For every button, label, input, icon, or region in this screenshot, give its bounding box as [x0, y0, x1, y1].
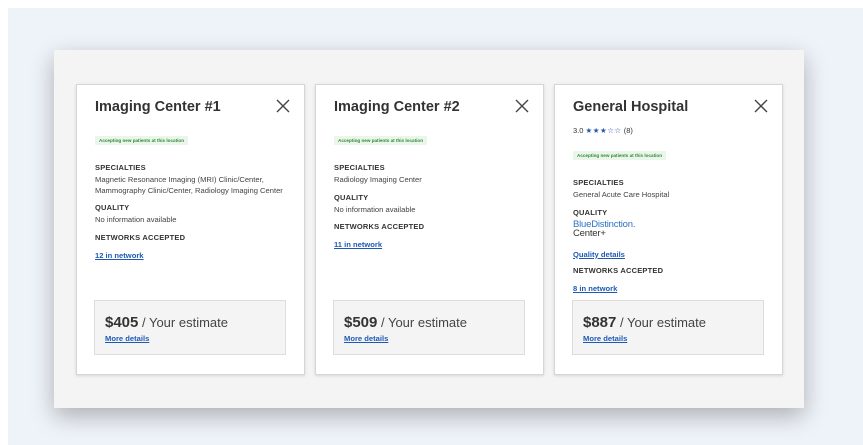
- close-button[interactable]: [274, 97, 292, 115]
- provider-card-general-hospital: General Hospital 3.0 ★★★☆☆ (8) Accepting…: [554, 84, 783, 375]
- quality-text: No information available: [95, 215, 177, 225]
- blue-distinction-logo: BlueDistinction. Center+: [573, 219, 768, 239]
- rating-count: (8): [623, 126, 633, 135]
- rating: 3.0 ★★★☆☆ (8): [573, 126, 768, 135]
- networks-link[interactable]: 12 in network: [95, 251, 144, 260]
- estimate-amount: $405: [105, 314, 139, 331]
- specialties-label: SPECIALTIES: [334, 163, 385, 172]
- specialties-text: General Acute Care Hospital: [573, 190, 670, 199]
- card-title: Imaging Center #2: [334, 99, 460, 115]
- networks-label: NETWORKS ACCEPTED: [95, 232, 186, 242]
- close-icon: [515, 99, 529, 113]
- estimate-label: / Your estimate: [616, 315, 706, 330]
- card-body: Accepting new patients at this location …: [95, 129, 290, 267]
- more-details-link[interactable]: More details: [105, 334, 149, 343]
- close-button[interactable]: [752, 97, 770, 115]
- price-line: $887 / Your estimate: [583, 314, 706, 332]
- estimate-box: $887 / Your estimate More details: [572, 300, 764, 355]
- estimate-label: / Your estimate: [377, 315, 467, 330]
- more-details-link[interactable]: More details: [344, 334, 388, 343]
- estimate-label: / Your estimate: [138, 315, 228, 330]
- estimate-box: $405 / Your estimate More details: [94, 300, 286, 355]
- networks-link[interactable]: 8 in network: [573, 284, 617, 293]
- estimate-amount: $509: [344, 314, 378, 331]
- close-icon: [276, 99, 290, 113]
- estimate-amount: $887: [583, 314, 617, 331]
- close-icon: [754, 99, 768, 113]
- rating-value: 3.0: [573, 126, 584, 135]
- quality-label: QUALITY: [573, 207, 608, 217]
- networks-label: NETWORKS ACCEPTED: [573, 265, 664, 275]
- star-rating-icon: ★★★☆☆: [585, 126, 622, 135]
- networks-link[interactable]: 11 in network: [334, 240, 382, 249]
- specialties-label: SPECIALTIES: [573, 178, 624, 187]
- specialties-text: Radiology Imaging Center: [334, 175, 422, 184]
- price-line: $405 / Your estimate: [105, 314, 228, 332]
- provider-card-imaging-center-2: Imaging Center #2 Accepting new patients…: [315, 84, 544, 375]
- quality-details-link[interactable]: Quality details: [573, 250, 625, 259]
- accepting-patients-badge: Accepting new patients at this location: [334, 136, 427, 145]
- more-details-link[interactable]: More details: [583, 334, 627, 343]
- estimate-box: $509 / Your estimate More details: [333, 300, 525, 355]
- quality-text: No information available: [334, 204, 416, 214]
- logo-line-bottom: Center+: [573, 227, 606, 239]
- accepting-patients-badge: Accepting new patients at this location: [573, 151, 666, 160]
- specialties-text: Magnetic Resonance Imaging (MRI) Clinic/…: [95, 175, 283, 195]
- card-body: Accepting new patients at this location …: [334, 129, 529, 256]
- accepting-patients-badge: Accepting new patients at this location: [95, 136, 188, 145]
- card-body: 3.0 ★★★☆☆ (8) Accepting new patients at …: [573, 126, 768, 300]
- card-title: Imaging Center #1: [95, 99, 221, 115]
- close-button[interactable]: [513, 97, 531, 115]
- specialties-label: SPECIALTIES: [95, 163, 146, 172]
- price-line: $509 / Your estimate: [344, 314, 467, 332]
- quality-label: QUALITY: [95, 203, 130, 213]
- quality-label: QUALITY: [334, 192, 369, 202]
- provider-card-imaging-center-1: Imaging Center #1 Accepting new patients…: [76, 84, 305, 375]
- networks-label: NETWORKS ACCEPTED: [334, 222, 425, 232]
- card-title: General Hospital: [573, 99, 689, 115]
